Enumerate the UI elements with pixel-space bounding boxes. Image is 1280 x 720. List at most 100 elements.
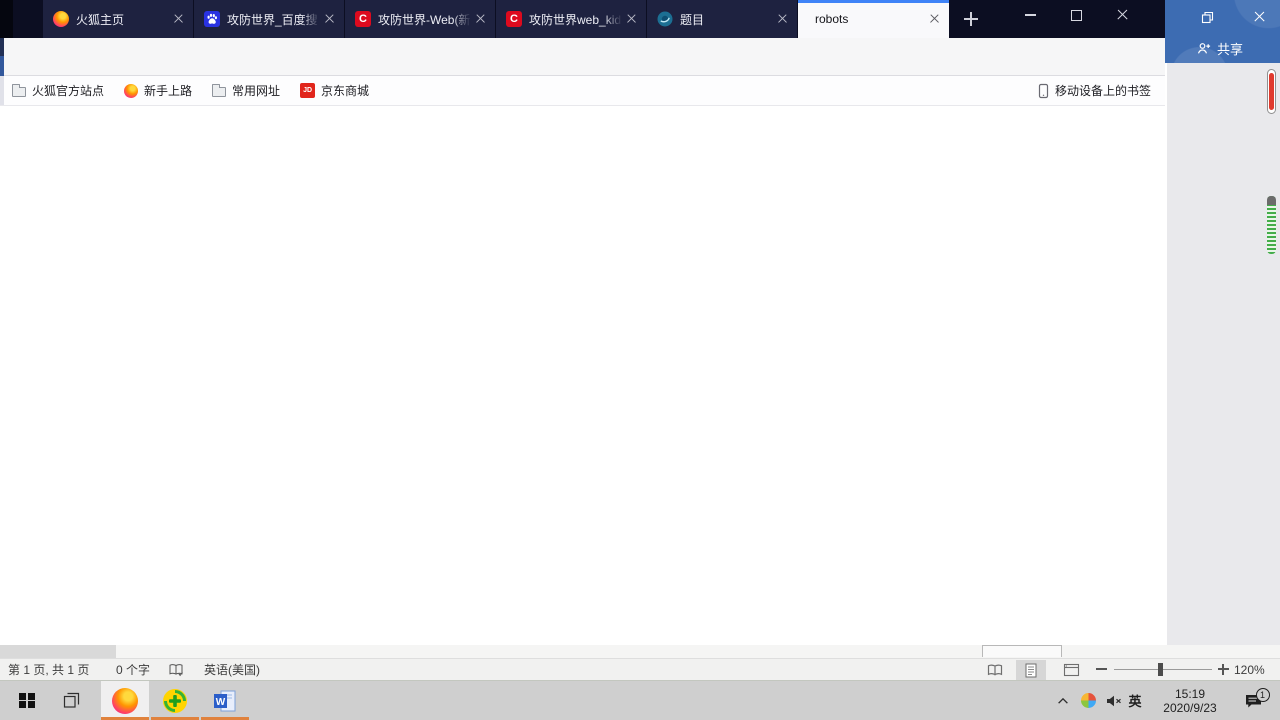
restore-icon — [1201, 11, 1213, 23]
browser-tab[interactable]: C 攻防世界-Web(新 — [345, 0, 496, 38]
word-horizontal-scrollbar-thumb[interactable] — [0, 645, 116, 658]
bookmark-item[interactable]: 新手上路 — [124, 82, 192, 99]
tray-show-hidden-icons[interactable] — [1051, 681, 1075, 720]
clock-time: 15:19 — [1174, 686, 1206, 701]
jd-favicon: JD — [300, 83, 316, 98]
tab-title: 火狐主页 — [76, 12, 125, 27]
browser-tab[interactable]: 题目 — [647, 0, 798, 38]
zoom-slider-thumb[interactable] — [1158, 663, 1163, 676]
tab-title: robots — [815, 12, 849, 26]
tray-pinwheel-app[interactable] — [1076, 681, 1100, 720]
web-layout-button[interactable] — [1056, 660, 1086, 680]
action-center-button[interactable]: 1 — [1236, 681, 1270, 720]
word-icon: W — [214, 690, 236, 711]
word-share-label: 共享 — [1217, 41, 1244, 57]
print-layout-button[interactable] — [1016, 660, 1046, 680]
tab-close-icon[interactable] — [927, 11, 943, 27]
green-scroll-marker-cap — [1267, 196, 1276, 205]
word-close-button[interactable] — [1244, 6, 1274, 28]
bookmarks-strip: 火狐官方站点 新手上路 常用网址 JD 京东商城 — [12, 76, 369, 105]
folder-icon — [12, 83, 26, 97]
ime-label: 英 — [1128, 694, 1142, 709]
firefox-favicon — [124, 83, 139, 98]
web-layout-icon — [1063, 663, 1079, 677]
browser-minimize-button[interactable] — [1007, 0, 1053, 30]
firefox-icon — [112, 687, 138, 714]
share-person-icon — [1197, 42, 1211, 54]
new-tab-button[interactable] — [957, 5, 985, 33]
tab-close-icon[interactable] — [775, 11, 791, 27]
browser-tab[interactable]: 攻防世界_百度搜 — [194, 0, 345, 38]
tray-clock[interactable]: 15:19 2020/9/23 — [1150, 681, 1230, 720]
task-view-button[interactable] — [50, 681, 92, 720]
minimize-icon — [1024, 14, 1036, 16]
read-mode-icon — [987, 664, 1003, 676]
browser-maximize-button[interactable] — [1053, 0, 1099, 30]
task-view-icon — [63, 692, 79, 708]
folder-icon — [212, 83, 227, 97]
word-language[interactable]: 英语(美国) — [204, 662, 260, 678]
word-scrollbar-end-box — [982, 645, 1062, 657]
browser-tab[interactable]: robots — [798, 0, 949, 38]
left-edge-window-sliver-mid — [0, 56, 4, 76]
browser-tab[interactable]: 火狐主页 — [43, 0, 194, 38]
navigation-toolbar: 220.249.52.133:34094 — [0, 38, 1165, 112]
mobile-bookmarks-button[interactable]: 移动设备上的书签 — [1037, 76, 1151, 105]
zoom-slider-track[interactable] — [1114, 669, 1212, 670]
word-word-count[interactable]: 0 个字 — [116, 662, 150, 678]
bookmark-item[interactable]: JD 京东商城 — [300, 82, 369, 99]
tab-close-icon[interactable] — [624, 11, 640, 27]
start-button[interactable] — [6, 681, 48, 720]
tab-strip: 火狐主页 攻防世界_百度搜 C 攻防世界-Web(新 C 攻防世界web_kid 题目 rob… — [43, 0, 949, 38]
tray-volume[interactable] — [1101, 681, 1125, 720]
tab-close-icon[interactable] — [473, 11, 489, 27]
tab-title: 攻防世界-Web(新 — [378, 12, 471, 27]
mobile-bookmarks-label: 移动设备上的书签 — [1054, 84, 1151, 98]
pinwheel-icon — [1080, 693, 1096, 708]
word-status-bar: 第 1 页, 共 1 页 0 个字 英语(美国) 120% — [0, 658, 1280, 680]
left-edge-window-sliver-bottom — [0, 76, 4, 105]
green-scroll-marker — [1267, 196, 1276, 254]
browser-tab[interactable]: C 攻防世界web_kid — [496, 0, 647, 38]
tray-ime-indicator[interactable]: 英 — [1124, 681, 1146, 720]
zoom-in-button-v[interactable] — [1222, 663, 1224, 675]
baidu-favicon — [204, 11, 220, 27]
bookmarks-toolbar: 火狐官方站点 新手上路 常用网址 JD 京东商城 移动设备上的书签 — [0, 76, 1165, 106]
word-vertical-scrollbar-thumb[interactable] — [1267, 69, 1276, 114]
tab-bar: 火狐主页 攻防世界_百度搜 C 攻防世界-Web(新 C 攻防世界web_kid 题目 rob… — [0, 0, 1165, 38]
bookmark-item[interactable]: 常用网址 — [212, 82, 280, 99]
tab-bar-left-edge — [0, 0, 13, 38]
taskbar-360-button[interactable] — [151, 681, 199, 720]
plus-icon-v — [970, 12, 972, 26]
close-icon — [1116, 9, 1129, 22]
firefox-window: 火狐主页 攻防世界_百度搜 C 攻防世界-Web(新 C 攻防世界web_kid 题目 rob… — [0, 0, 1165, 645]
taskbar-firefox-button[interactable] — [101, 681, 149, 720]
word-page-info[interactable]: 第 1 页, 共 1 页 — [8, 662, 89, 678]
firefox-favicon — [53, 11, 69, 27]
page-content-blank[interactable] — [0, 106, 1165, 645]
svg-text:W: W — [216, 696, 226, 707]
zoom-out-button[interactable] — [1096, 668, 1107, 670]
tab-close-icon[interactable] — [171, 11, 187, 27]
word-restore-button[interactable] — [1192, 6, 1222, 28]
print-layout-icon — [1025, 663, 1037, 677]
bookmark-item[interactable]: 火狐官方站点 — [12, 82, 104, 99]
csdn-favicon: C — [506, 11, 522, 27]
maximize-icon — [1070, 9, 1082, 21]
windows-logo-icon — [19, 692, 35, 709]
read-mode-button[interactable] — [980, 660, 1010, 680]
mobile-phone-icon — [1038, 83, 1049, 98]
word-share-button[interactable]: 共享 — [1196, 38, 1243, 58]
tab-title: 攻防世界web_kid — [529, 12, 622, 27]
word-zoom-level[interactable]: 120% — [1234, 662, 1265, 678]
taskbar-word-button[interactable]: W — [201, 681, 249, 720]
proofing-icon[interactable] — [168, 663, 184, 677]
close-icon — [1253, 11, 1266, 24]
bookmark-label: 火狐官方站点 — [32, 84, 105, 98]
browser-close-button[interactable] — [1099, 0, 1145, 30]
bookmark-label: 新手上路 — [144, 84, 193, 98]
bookmark-label: 常用网址 — [232, 84, 281, 98]
word-horizontal-scrollbar[interactable] — [0, 645, 1280, 658]
tab-close-icon[interactable] — [322, 11, 338, 27]
speaker-muted-icon — [1106, 695, 1121, 706]
